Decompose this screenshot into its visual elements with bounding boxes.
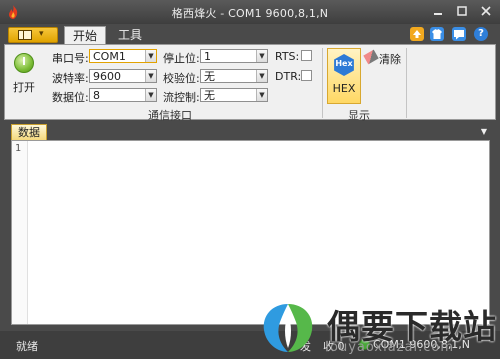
- app-menu-icon: [18, 30, 32, 40]
- chevron-down-icon[interactable]: ▼: [145, 70, 156, 82]
- stopbits-value: 1: [204, 50, 211, 63]
- port-select[interactable]: COM1 ▼: [89, 49, 157, 63]
- rts-label: RTS:: [275, 50, 300, 63]
- databits-value: 8: [93, 89, 100, 102]
- chevron-down-icon: ▾: [39, 29, 44, 39]
- line-number: 1: [15, 143, 22, 154]
- dtr-label: DTR:: [275, 70, 302, 83]
- display-group-label: 显示: [348, 109, 370, 122]
- watermark-logo-icon: [263, 304, 313, 352]
- help-icon[interactable]: ?: [474, 27, 488, 41]
- hex-button-label: HEX: [332, 82, 356, 95]
- dtr-checkbox[interactable]: [301, 70, 312, 81]
- shirt-icon[interactable]: [430, 27, 444, 41]
- parity-select[interactable]: 无 ▼: [200, 69, 268, 83]
- tab-tools[interactable]: 工具: [112, 26, 148, 45]
- application-menu-button[interactable]: ▾: [8, 27, 58, 43]
- databits-label: 数据位:: [52, 91, 89, 104]
- chevron-down-icon[interactable]: ▼: [256, 70, 267, 82]
- data-tab-row: [4, 122, 496, 140]
- flame-logo-icon: [9, 5, 18, 19]
- baud-value: 9600: [93, 70, 121, 83]
- parity-value: 无: [204, 70, 215, 83]
- open-button-label: 打开: [13, 81, 35, 94]
- message-icon[interactable]: [452, 27, 466, 41]
- clear-button[interactable]: 清除: [363, 49, 407, 66]
- close-icon[interactable]: [478, 4, 494, 19]
- up-arrow-icon[interactable]: [410, 27, 424, 41]
- flow-label: 流控制:: [163, 91, 200, 104]
- app-window: 格西烽火 - COM1 9600,8,1,N ▾ 开始 工具 ? 打开 串口号:: [0, 0, 500, 359]
- baud-label: 波特率:: [52, 72, 89, 85]
- stopbits-label: 停止位:: [163, 52, 200, 65]
- open-button[interactable]: 打开: [9, 49, 39, 97]
- hex-toggle-button[interactable]: Hex HEX: [327, 48, 361, 104]
- hex-icon: Hex: [334, 54, 354, 76]
- chevron-down-icon[interactable]: ▼: [145, 89, 156, 101]
- window-title: 格西烽火 - COM1 9600,8,1,N: [171, 7, 329, 20]
- eraser-icon: [363, 49, 379, 65]
- title-bar[interactable]: 格西烽火 - COM1 9600,8,1,N: [0, 0, 500, 24]
- clear-button-label: 清除: [379, 53, 401, 66]
- power-icon: [14, 53, 34, 73]
- flow-select[interactable]: 无 ▼: [200, 88, 268, 102]
- port-label: 串口号:: [52, 52, 89, 65]
- restore-icon[interactable]: [454, 4, 470, 19]
- stopbits-select[interactable]: 1 ▼: [200, 49, 268, 63]
- watermark-url: ouyaoxiazai.com: [330, 340, 454, 355]
- chevron-down-icon[interactable]: ▼: [478, 127, 490, 139]
- group-divider: [322, 48, 323, 118]
- line-number-gutter: 1: [12, 141, 28, 324]
- group-divider: [406, 48, 407, 118]
- chevron-down-icon[interactable]: ▼: [145, 50, 156, 62]
- port-value: COM1: [93, 50, 126, 63]
- parity-label: 校验位:: [163, 72, 200, 85]
- status-ready: 就绪: [16, 340, 38, 353]
- hex-icon-text: Hex: [335, 59, 353, 68]
- flow-value: 无: [204, 89, 215, 102]
- data-editor[interactable]: 1: [11, 140, 490, 325]
- tab-data[interactable]: 数据: [11, 124, 47, 141]
- tab-start[interactable]: 开始: [64, 26, 106, 45]
- chevron-down-icon[interactable]: ▼: [256, 89, 267, 101]
- minimize-icon[interactable]: [430, 4, 446, 19]
- databits-select[interactable]: 8 ▼: [89, 88, 157, 102]
- chevron-down-icon[interactable]: ▼: [256, 50, 267, 62]
- baud-select[interactable]: 9600 ▼: [89, 69, 157, 83]
- ribbon-panel: 打开 串口号: COM1 ▼ 波特率: 9600 ▼ 数据位: 8 ▼ 停止位:…: [4, 44, 496, 122]
- rts-checkbox[interactable]: [301, 50, 312, 61]
- serial-group-label: 通信接口: [148, 109, 192, 122]
